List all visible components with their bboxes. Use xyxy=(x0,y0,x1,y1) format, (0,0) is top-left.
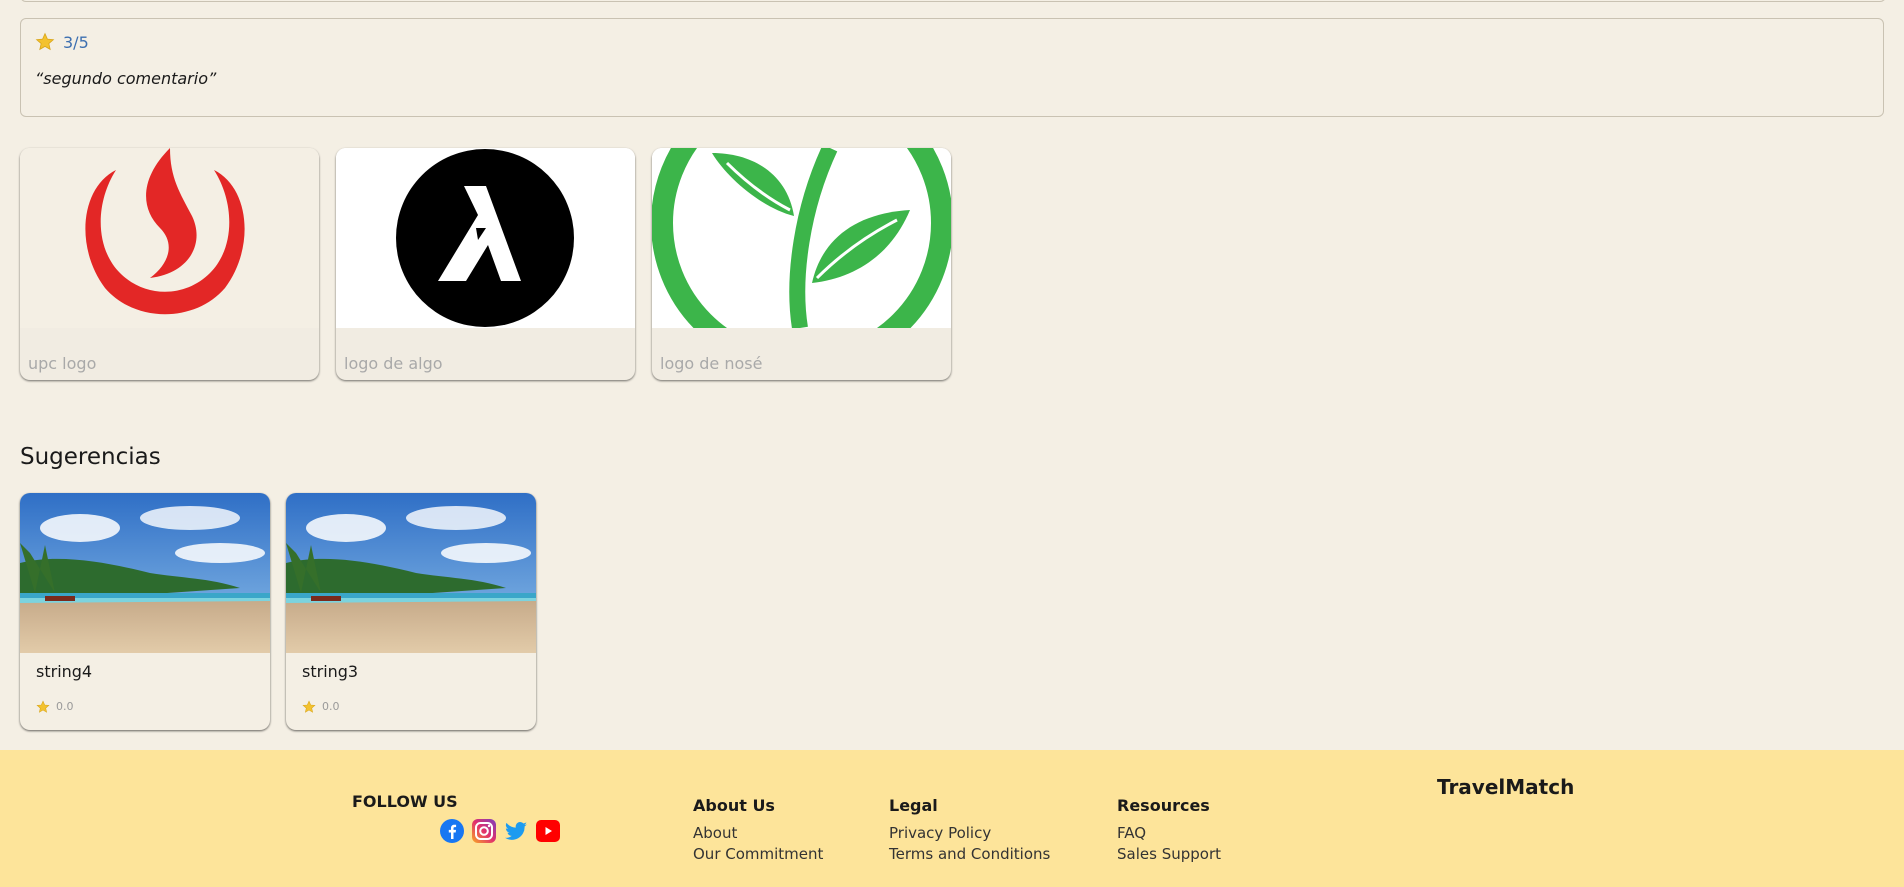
footer-column-legal: Legal Privacy Policy Terms and Condition… xyxy=(889,796,1050,865)
suggestion-card[interactable]: string3 0.0 xyxy=(286,493,536,730)
footer-link-privacy-policy[interactable]: Privacy Policy xyxy=(889,823,1050,844)
photo-card[interactable]: logo de nosé xyxy=(652,148,951,380)
review-rating: 3/5 xyxy=(35,32,89,52)
follow-us-title: FOLLOW US xyxy=(352,792,458,811)
review-card: 3/5 “segundo comentario” xyxy=(20,18,1884,117)
footer-column-about: About Us About Our Commitment xyxy=(693,796,823,865)
instagram-icon[interactable] xyxy=(471,818,497,844)
footer-heading-legal: Legal xyxy=(889,796,938,815)
beach-image xyxy=(286,493,536,653)
photo-caption: logo de algo xyxy=(344,354,443,373)
footer-link-about[interactable]: About xyxy=(693,823,823,844)
footer: FOLLOW US About Us About Our Commitment … xyxy=(0,750,1904,887)
footer-heading-about: About Us xyxy=(693,796,775,815)
footer-link-faq[interactable]: FAQ xyxy=(1117,823,1221,844)
beach-image xyxy=(20,493,270,653)
photo-card[interactable]: upc logo xyxy=(20,148,319,380)
previous-review-card-edge xyxy=(20,0,1886,2)
footer-column-resources: Resources FAQ Sales Support xyxy=(1117,796,1221,865)
twitter-icon[interactable] xyxy=(503,818,529,844)
facebook-icon[interactable] xyxy=(439,818,465,844)
photo-card[interactable]: logo de algo xyxy=(336,148,635,380)
footer-heading-resources: Resources xyxy=(1117,796,1210,815)
suggestion-card[interactable]: string4 0.0 xyxy=(20,493,270,730)
suggestion-title: string3 xyxy=(302,662,359,681)
suggestion-rating: 0.0 xyxy=(36,699,74,713)
plant-logo-image xyxy=(652,148,951,328)
star-icon xyxy=(302,699,316,713)
brand-name: TravelMatch xyxy=(1437,775,1575,799)
footer-link-our-commitment[interactable]: Our Commitment xyxy=(693,844,823,865)
footer-link-terms[interactable]: Terms and Conditions xyxy=(889,844,1050,865)
review-score: 3/5 xyxy=(63,32,89,52)
upc-logo-image xyxy=(20,148,319,328)
suggestions-title: Sugerencias xyxy=(20,444,161,470)
social-icons xyxy=(439,818,561,844)
algo-logo-image xyxy=(336,148,635,328)
suggestion-rating: 0.0 xyxy=(302,699,340,713)
youtube-icon[interactable] xyxy=(535,818,561,844)
photo-caption: logo de nosé xyxy=(660,354,763,373)
suggestion-title: string4 xyxy=(36,662,93,681)
star-icon xyxy=(36,699,50,713)
footer-link-sales-support[interactable]: Sales Support xyxy=(1117,844,1221,865)
star-icon xyxy=(35,32,55,52)
suggestion-score: 0.0 xyxy=(56,699,74,713)
photo-caption: upc logo xyxy=(28,354,97,373)
review-comment: “segundo comentario” xyxy=(35,69,217,88)
suggestion-score: 0.0 xyxy=(322,699,340,713)
